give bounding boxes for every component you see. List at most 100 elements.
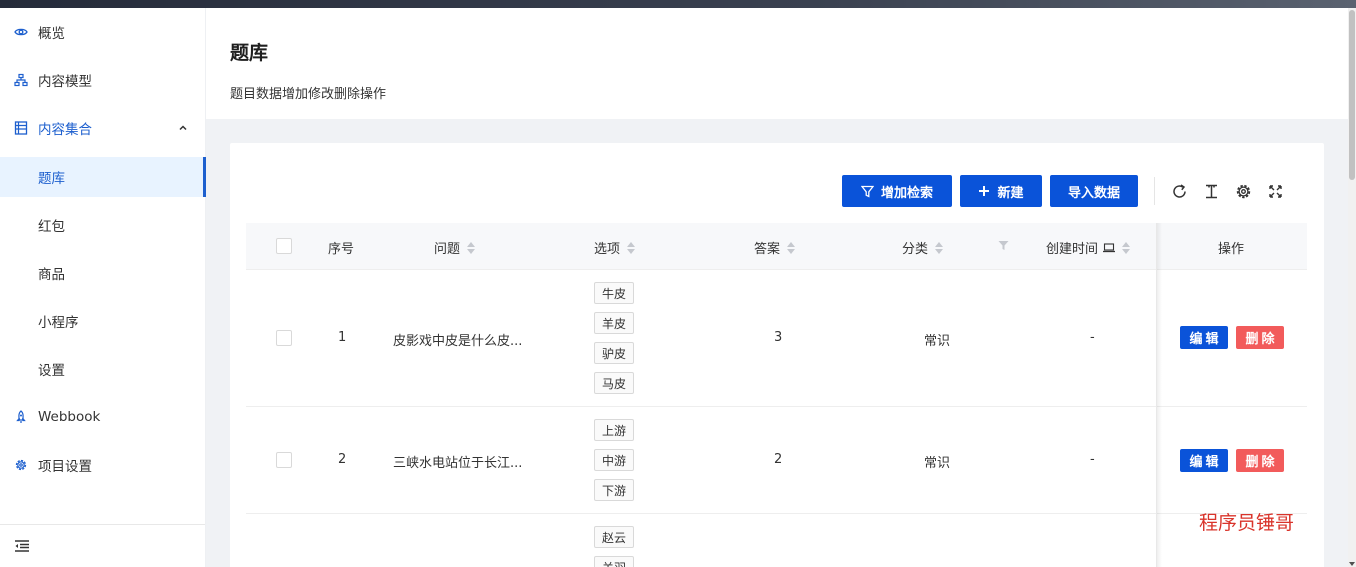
column-label: 序号 [328, 242, 355, 257]
new-label: 新建 [997, 185, 1024, 201]
column-label: 问题 [434, 242, 461, 257]
sort-icon[interactable] [935, 241, 944, 254]
column-header-index: 序号 [328, 238, 354, 257]
row-checkbox[interactable] [276, 452, 292, 468]
column-label: 答案 [754, 242, 781, 257]
sidebar-item-content-model[interactable]: 内容模型 [0, 60, 206, 100]
column-label: 分类 [902, 242, 929, 257]
page-scrollbar[interactable] [1348, 8, 1356, 567]
row-index: 1 [338, 330, 347, 345]
sidebar-item-mini-program[interactable]: 小程序 [0, 301, 206, 341]
add-filter-label: 增加检索 [880, 185, 933, 201]
column-header-actions: 操作 [1218, 238, 1244, 257]
option-tag: 牛皮 [594, 282, 635, 304]
sidebar-item-overview[interactable]: 概览 [0, 12, 206, 52]
row-checkbox[interactable] [276, 330, 292, 346]
sidebar-item-label: 题库 [38, 171, 65, 187]
sidebar-item-label: Webbook [38, 409, 101, 425]
toolbar-divider [1154, 177, 1155, 205]
calendar-icon [1103, 242, 1116, 253]
add-filter-button[interactable]: 增加检索 [842, 175, 952, 207]
column-label: 创建时间 [1046, 242, 1099, 257]
column-height-icon[interactable] [1202, 182, 1220, 200]
delete-button[interactable]: 删除 [1236, 449, 1284, 472]
sidebar-item-red-packet[interactable]: 红包 [0, 205, 206, 245]
chevron-up-icon [178, 121, 188, 137]
sort-icon[interactable] [1122, 241, 1131, 254]
option-tag: 羊皮 [594, 312, 635, 334]
page-title: 题库 [230, 42, 269, 64]
sidebar-item-label: 红包 [38, 219, 65, 235]
collection-icon [14, 121, 28, 135]
page-description: 题目数据增加修改删除操作 [230, 87, 387, 102]
new-button[interactable]: 新建 [960, 175, 1042, 207]
sidebar-item-label: 内容模型 [38, 74, 92, 90]
sort-icon[interactable] [467, 241, 476, 254]
sidebar-item-settings[interactable]: 设置 [0, 349, 206, 389]
column-header-answer[interactable]: 答案 [754, 238, 796, 257]
sort-icon[interactable] [627, 241, 636, 254]
sidebar-footer [0, 524, 205, 567]
sitemap-icon [14, 73, 28, 87]
gear-icon [14, 458, 28, 472]
rocket-icon [14, 410, 28, 424]
refresh-icon[interactable] [1170, 182, 1188, 200]
sidebar-item-label: 项目设置 [38, 459, 92, 475]
sidebar-item-project-settings[interactable]: 项目设置 [0, 445, 206, 485]
select-all-checkbox[interactable] [276, 238, 292, 254]
column-header-category[interactable]: 分类 [902, 238, 944, 257]
option-tag: 下游 [594, 479, 635, 501]
sidebar-item-label: 设置 [38, 363, 65, 379]
row-question: 三峡水电站位于长江... [393, 456, 523, 471]
row-answer: 2 [774, 452, 783, 467]
option-tag: 马皮 [594, 372, 635, 394]
sidebar-item-products[interactable]: 商品 [0, 253, 206, 293]
table-row: 1 皮影戏中皮是什么皮... 牛皮 羊皮 驴皮 马皮 3 常识 - 编辑 删除 [246, 270, 1307, 407]
row-created-time: - [1090, 330, 1095, 345]
row-category: 常识 [924, 456, 951, 471]
option-tag: 中游 [594, 449, 635, 471]
edit-button[interactable]: 编辑 [1180, 326, 1228, 349]
table-row: 2 三峡水电站位于长江... 上游 中游 下游 2 常识 - 编辑 删除 [246, 407, 1307, 514]
scroll-down-icon[interactable] [1349, 562, 1355, 566]
edit-button[interactable]: 编辑 [1180, 449, 1228, 472]
scrollbar-thumb[interactable] [1349, 10, 1355, 180]
delete-button[interactable]: 删除 [1236, 326, 1284, 349]
import-data-button[interactable]: 导入数据 [1050, 175, 1138, 207]
option-tag: 赵云 [594, 526, 635, 548]
sidebar-item-content-collection[interactable]: 内容集合 [0, 108, 206, 148]
table-row: 赵云 关羽 [246, 514, 1307, 567]
row-question: 皮影戏中皮是什么皮... [393, 334, 523, 349]
row-index: 2 [338, 452, 347, 467]
table-card: 增加检索 新建 导入数据 序号 问题 选项 答案 分类 创建时间 操作 1 皮影… [230, 143, 1324, 567]
watermark-text: 程序员锤哥 [1199, 512, 1295, 534]
sidebar-item-question-bank[interactable]: 题库 [0, 157, 206, 197]
column-header-options[interactable]: 选项 [594, 238, 636, 257]
filter-icon [860, 185, 874, 198]
sidebar-item-label: 概览 [38, 26, 65, 42]
column-label: 操作 [1218, 242, 1245, 257]
sidebar-item-webbook[interactable]: Webbook [0, 397, 206, 437]
row-created-time: - [1090, 452, 1095, 467]
menu-fold-icon[interactable] [14, 539, 30, 557]
page-header: 题库 题目数据增加修改删除操作 [206, 8, 1348, 119]
sidebar: 概览 内容模型 内容集合 题库 红包 商品 小程序 设置 Webbook 项目设… [0, 8, 206, 567]
option-tag: 上游 [594, 419, 635, 441]
column-label: 选项 [594, 242, 621, 257]
option-tag: 关羽 [594, 556, 635, 567]
settings-icon[interactable] [1234, 182, 1252, 200]
row-answer: 3 [774, 330, 783, 345]
fixed-column-divider [1156, 223, 1157, 567]
top-bar [0, 0, 1356, 8]
filter-icon[interactable] [998, 240, 1009, 251]
row-category: 常识 [924, 334, 951, 349]
sidebar-item-label: 商品 [38, 267, 65, 283]
sort-icon[interactable] [787, 241, 796, 254]
option-tag: 驴皮 [594, 342, 635, 364]
import-data-label: 导入数据 [1067, 185, 1120, 201]
sidebar-item-label: 小程序 [38, 315, 79, 331]
column-header-question[interactable]: 问题 [434, 238, 476, 257]
column-header-created-time[interactable]: 创建时间 [1046, 238, 1131, 257]
table-header: 序号 问题 选项 答案 分类 创建时间 操作 [246, 223, 1307, 270]
fullscreen-icon[interactable] [1266, 182, 1284, 200]
